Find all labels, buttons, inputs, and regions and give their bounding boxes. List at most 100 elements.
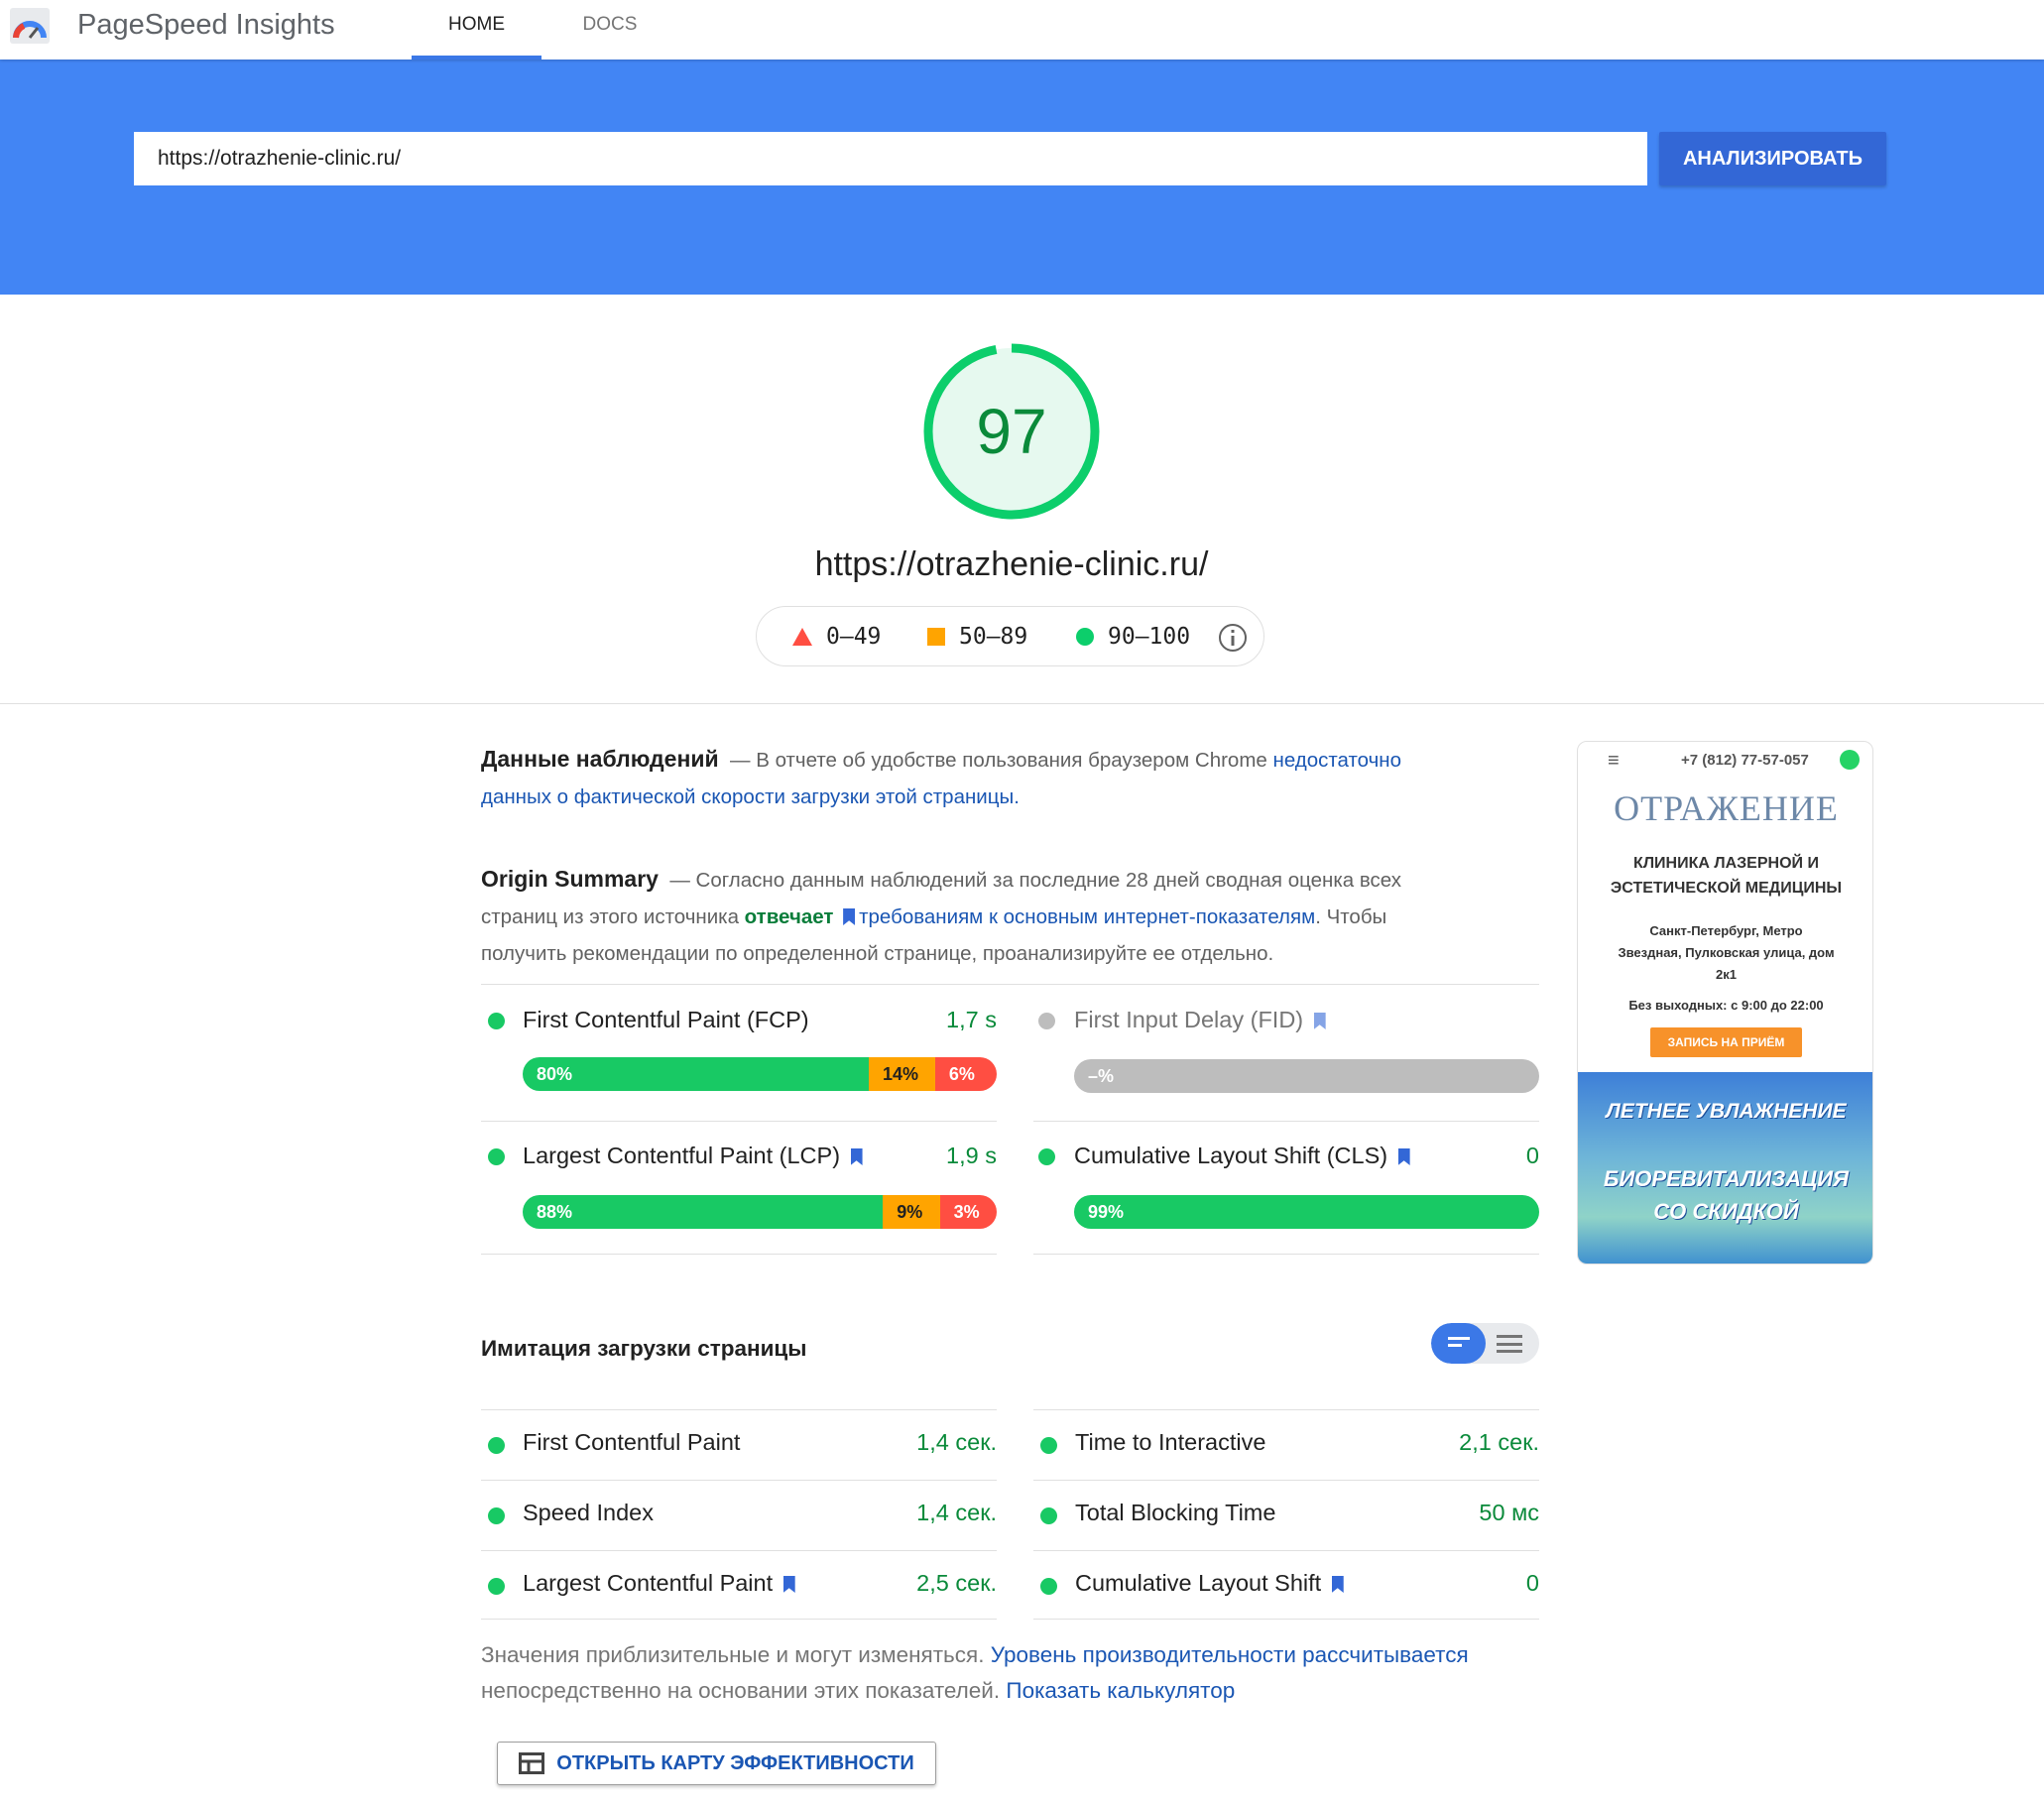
status-dot	[1040, 1578, 1057, 1595]
bar-good: 99%	[1088, 1202, 1125, 1222]
status-dot	[1038, 1148, 1055, 1165]
info-icon[interactable]	[1218, 623, 1248, 653]
origin-status: отвечает	[744, 905, 834, 928]
menu-icon: ≡	[1608, 750, 1620, 772]
toggle-compact-icon[interactable]	[1431, 1323, 1486, 1364]
metric-value: 0	[1525, 1143, 1539, 1168]
lab-title: Имитация загрузки страницы	[481, 1336, 807, 1361]
site-banner: ЛЕТНЕЕ УВЛАЖНЕНИЕ БИОРЕВИТАЛИЗАЦИЯ СО СК…	[1578, 1072, 1872, 1264]
banner-text: ЛЕТНЕЕ УВЛАЖНЕНИЕ	[1606, 1100, 1847, 1123]
bar-empty: –%	[1088, 1066, 1115, 1086]
toggle-expanded-icon[interactable]	[1497, 1335, 1522, 1353]
site-heading: КЛИНИКА ЛАЗЕРНОЙ И ЭСТЕТИЧЕСКОЙ МЕДИЦИНЫ	[1610, 855, 1843, 897]
status-dot	[488, 1437, 505, 1454]
divider	[481, 984, 1539, 985]
divider	[481, 1619, 997, 1620]
lab-metric-value: 50 мс	[1479, 1500, 1539, 1525]
site-hours: Без выходных: с 9:00 до 22:00	[1628, 998, 1824, 1013]
divider	[1033, 1409, 1539, 1410]
lab-metric-value: 1,4 сек.	[916, 1429, 997, 1455]
status-dot	[1040, 1507, 1057, 1524]
divider	[0, 703, 2044, 704]
field-data-title: Данные наблюдений	[481, 746, 719, 772]
perf-score-link[interactable]: Уровень производительности рассчитываетс…	[991, 1642, 1469, 1667]
origin-summary-section: Origin Summary — Согласно данным наблюде…	[481, 861, 1473, 972]
lab-metric-value: 2,5 сек.	[916, 1570, 997, 1596]
metric-label: First Input Delay (FID)	[1074, 1007, 1330, 1033]
top-bar: PageSpeed Insights HOME DOCS	[0, 0, 2044, 60]
circle-icon	[1076, 628, 1094, 646]
bar-poor: 3%	[939, 1195, 997, 1229]
legend-average: 50–89	[959, 624, 1028, 650]
lab-metric-label: First Contentful Paint	[523, 1429, 741, 1455]
lab-note: Значения приблизительные и могут изменят…	[481, 1637, 1572, 1709]
field-data-section: Данные наблюдений — В отчете об удобстве…	[481, 741, 1473, 815]
bookmark-icon	[782, 1576, 795, 1593]
url-input[interactable]	[134, 132, 1647, 185]
view-toggle[interactable]	[1431, 1323, 1539, 1364]
legend-good: 90–100	[1108, 624, 1191, 650]
cwv-link[interactable]: требованиям к основным интернет-показате…	[859, 905, 1315, 928]
metric-label: First Contentful Paint (FCP)	[523, 1007, 809, 1032]
whatsapp-icon	[1840, 750, 1860, 770]
pagespeed-logo-icon	[10, 8, 50, 44]
distribution-bar: 80% 14% 6%	[523, 1057, 997, 1091]
metric-label: Largest Contentful Paint (LCP)	[523, 1143, 867, 1169]
tab-docs[interactable]: DOCS	[555, 0, 664, 60]
distribution-bar: 88% 9% 3%	[523, 1195, 997, 1229]
legend-poor: 0–49	[826, 624, 882, 650]
site-cta: ЗАПИСЬ НА ПРИЁМ	[1650, 1027, 1802, 1057]
site-address: Санкт-Петербург, Метро Звездная, Пулковс…	[1618, 923, 1835, 982]
metric-label: Cumulative Layout Shift (CLS)	[1074, 1143, 1414, 1169]
bar-good: 88%	[523, 1195, 884, 1229]
open-treemap-button[interactable]: ОТКРЫТЬ КАРТУ ЭФФЕКТИВНОСТИ	[497, 1742, 936, 1785]
lab-metric-label: Speed Index	[523, 1500, 654, 1525]
divider	[1033, 1619, 1539, 1620]
open-treemap-label: ОТКРЫТЬ КАРТУ ЭФФЕКТИВНОСТИ	[556, 1751, 914, 1774]
banner-text: БИОРЕВИТАЛИЗАЦИЯ	[1603, 1166, 1850, 1191]
bookmark-icon	[843, 908, 856, 925]
analyzed-url: https://otrazhenie-clinic.ru/	[814, 545, 1209, 583]
bookmark-icon	[1397, 1148, 1410, 1165]
distribution-bar: –%	[1074, 1059, 1539, 1093]
divider	[1033, 1480, 1539, 1481]
banner-text: СО СКИДКОЙ	[1653, 1199, 1799, 1224]
app-title: PageSpeed Insights	[77, 9, 335, 41]
bookmark-icon	[850, 1148, 863, 1165]
lab-metric-label: Cumulative Layout Shift	[1075, 1570, 1348, 1597]
metric-value: 1,9 s	[946, 1143, 997, 1168]
bookmark-icon	[1313, 1013, 1326, 1029]
status-dot	[488, 1507, 505, 1524]
lab-metric-label: Time to Interactive	[1075, 1429, 1266, 1455]
page-screenshot: ≡ +7 (812) 77-57-057 ОТРАЖЕНИЕ КЛИНИКА Л…	[1577, 741, 1873, 1264]
field-data-text: — В отчете об удобстве пользования брауз…	[730, 749, 1273, 772]
analyze-button[interactable]: АНАЛИЗИРОВАТЬ	[1659, 132, 1886, 185]
performance-score: 97	[976, 396, 1047, 467]
site-logo: ОТРАЖЕНИЕ	[1614, 788, 1839, 828]
bar-good: 80%	[523, 1057, 869, 1091]
divider	[481, 1254, 997, 1255]
distribution-bar: 99%	[1074, 1195, 1539, 1229]
bar-average: 14%	[868, 1057, 935, 1091]
phone: +7 (812) 77-57-057	[1681, 752, 1809, 769]
lab-metric-value: 1,4 сек.	[916, 1500, 997, 1525]
note-text: непосредственно на основании этих показа…	[481, 1678, 1007, 1703]
calculator-link[interactable]: Показать калькулятор	[1006, 1678, 1235, 1703]
tab-home[interactable]: HOME	[412, 0, 541, 60]
square-icon	[927, 628, 945, 646]
divider	[481, 1550, 997, 1551]
metric-value: 1,7 s	[946, 1007, 997, 1032]
bar-average: 9%	[883, 1195, 940, 1229]
divider	[1033, 1254, 1539, 1255]
status-dot	[488, 1013, 505, 1029]
status-dot	[1038, 1013, 1055, 1029]
lab-metric-label: Largest Contentful Paint	[523, 1570, 799, 1597]
divider	[1033, 1121, 1539, 1122]
note-text: Значения приблизительные и могут изменят…	[481, 1642, 991, 1667]
treemap-icon	[519, 1752, 545, 1774]
status-dot	[488, 1578, 505, 1595]
score-legend: 0–49 50–89 90–100	[756, 606, 1264, 666]
divider	[481, 1480, 997, 1481]
status-dot	[1040, 1437, 1057, 1454]
lab-metric-label: Total Blocking Time	[1075, 1500, 1276, 1525]
